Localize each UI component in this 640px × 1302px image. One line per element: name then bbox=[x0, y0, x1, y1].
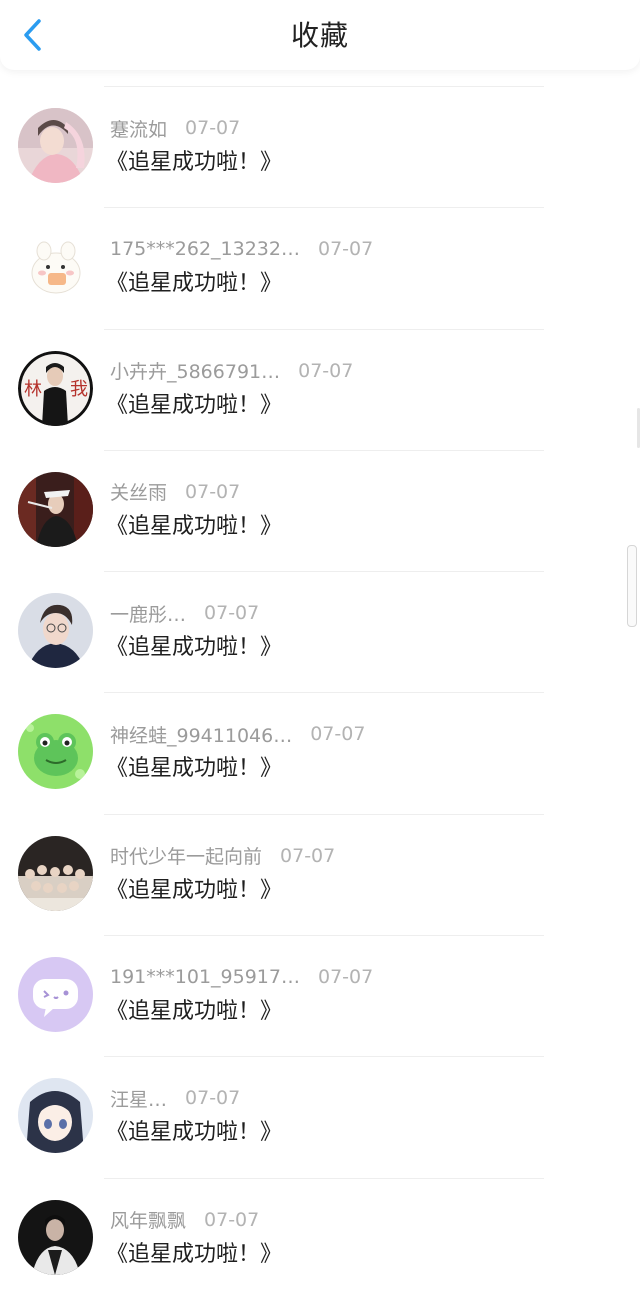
username[interactable]: 一鹿彤… bbox=[110, 600, 186, 627]
item-meta: 神经蛙_99411046… 07-07 bbox=[110, 720, 365, 748]
date: 07-07 bbox=[204, 1208, 260, 1231]
date: 07-07 bbox=[317, 238, 374, 261]
list-item[interactable]: 林 我 小卉卉_5866791… 07-07 《追星成功啦！》 bbox=[0, 328, 640, 450]
date: 07-07 bbox=[317, 966, 374, 989]
item-title[interactable]: 《追星成功啦！》 bbox=[106, 146, 282, 180]
avatar[interactable]: 林 我 bbox=[18, 350, 93, 426]
item-meta: 175***262_13232… 07-07 bbox=[110, 235, 373, 263]
list-item[interactable]: 191***101_95917… 07-07 《追星成功啦！》 bbox=[0, 935, 640, 1056]
list-item[interactable]: 175***262_13232… 07-07 《追星成功啦！》 bbox=[0, 207, 640, 328]
item-title[interactable]: 《追星成功啦！》 bbox=[106, 995, 282, 1029]
date: 07-07 bbox=[185, 117, 241, 139]
avatar[interactable] bbox=[18, 593, 93, 669]
avatar[interactable] bbox=[18, 957, 93, 1033]
list-item[interactable]: 汪星… 07-07 《追星成功啦！》 bbox=[0, 1056, 640, 1177]
list-item[interactable]: 风年飘飘 07-07 《追星成功啦！》 bbox=[0, 1177, 640, 1299]
list-item[interactable]: 蹇流如 07-07 《追星成功啦！》 bbox=[0, 86, 640, 207]
item-title[interactable]: 《追星成功啦！》 bbox=[106, 631, 282, 665]
svg-text:我: 我 bbox=[70, 379, 88, 400]
date: 07-07 bbox=[204, 602, 260, 625]
item-title[interactable]: 《追星成功啦！》 bbox=[106, 1116, 282, 1150]
date: 07-07 bbox=[280, 844, 336, 867]
item-title[interactable]: 《追星成功啦！》 bbox=[106, 874, 282, 908]
username[interactable]: 小卉卉_5866791… bbox=[110, 357, 280, 384]
date: 07-07 bbox=[310, 723, 366, 746]
avatar[interactable] bbox=[18, 229, 93, 305]
svg-text:林: 林 bbox=[24, 379, 42, 400]
item-meta: 一鹿彤… 07-07 bbox=[110, 599, 259, 627]
item-title[interactable]: 《追星成功啦！》 bbox=[106, 1238, 282, 1272]
list-item[interactable]: 一鹿彤… 07-07 《追星成功啦！》 bbox=[0, 571, 640, 692]
top-bar: 收藏 bbox=[0, 0, 640, 70]
favorites-list: 蹇流如 07-07 《追星成功啦！》 175***262_13232… 07-0… bbox=[0, 86, 640, 1299]
date: 07-07 bbox=[185, 480, 241, 503]
item-meta: 时代少年一起向前 07-07 bbox=[110, 842, 335, 870]
avatar[interactable] bbox=[18, 1199, 93, 1275]
item-title[interactable]: 《追星成功啦！》 bbox=[106, 510, 282, 544]
date: 07-07 bbox=[298, 359, 354, 382]
item-title[interactable]: 《追星成功啦！》 bbox=[106, 752, 282, 786]
avatar[interactable] bbox=[18, 835, 93, 911]
item-meta: 关丝雨 07-07 bbox=[110, 478, 240, 506]
date: 07-07 bbox=[185, 1087, 241, 1110]
list-item[interactable]: 关丝雨 07-07 《追星成功啦！》 bbox=[0, 449, 640, 571]
item-meta: 风年飘飘 07-07 bbox=[110, 1206, 259, 1234]
username[interactable]: 蹇流如 bbox=[110, 115, 167, 142]
item-meta: 汪星… 07-07 bbox=[110, 1084, 240, 1112]
list-item[interactable]: 神经蛙_99411046… 07-07 《追星成功啦！》 bbox=[0, 692, 640, 813]
avatar[interactable] bbox=[18, 471, 93, 547]
item-title[interactable]: 《追星成功啦！》 bbox=[106, 267, 282, 301]
avatar[interactable] bbox=[18, 108, 93, 183]
username[interactable]: 汪星… bbox=[110, 1085, 167, 1112]
item-meta: 小卉卉_5866791… 07-07 bbox=[110, 357, 353, 385]
username[interactable]: 175***262_13232… bbox=[110, 238, 300, 260]
scrollbar[interactable] bbox=[627, 545, 637, 627]
item-meta: 191***101_95917… 07-07 bbox=[110, 963, 373, 991]
page-title: 收藏 bbox=[290, 19, 349, 52]
avatar[interactable] bbox=[18, 714, 93, 790]
username[interactable]: 时代少年一起向前 bbox=[110, 842, 262, 869]
username[interactable]: 风年飘飘 bbox=[110, 1206, 186, 1233]
list-item[interactable]: 时代少年一起向前 07-07 《追星成功啦！》 bbox=[0, 813, 640, 935]
item-title[interactable]: 《追星成功啦！》 bbox=[106, 389, 282, 423]
username[interactable]: 神经蛙_99411046… bbox=[110, 721, 292, 748]
avatar[interactable] bbox=[18, 1078, 93, 1154]
username[interactable]: 191***101_95917… bbox=[110, 966, 300, 988]
username[interactable]: 关丝雨 bbox=[110, 478, 167, 505]
item-meta: 蹇流如 07-07 bbox=[110, 114, 240, 142]
